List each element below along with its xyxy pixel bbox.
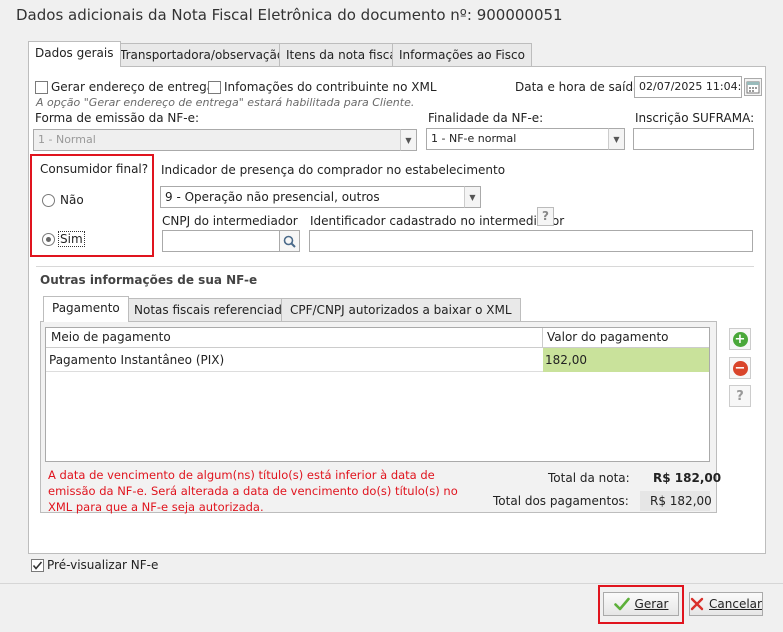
- tab-dados-gerais[interactable]: Dados gerais: [28, 41, 121, 67]
- chevron-down-icon[interactable]: ▼: [464, 186, 481, 208]
- data-saida-label: Data e hora de saída:: [515, 80, 645, 94]
- help-icon[interactable]: ?: [729, 385, 751, 407]
- cell-valor-bg[interactable]: 182,00: [543, 348, 709, 372]
- divider: [0, 583, 783, 584]
- finalidade-select[interactable]: 1 - NF-e normal: [426, 128, 609, 150]
- tab-cpf-cnpj-autorizados[interactable]: CPF/CNPJ autorizados a baixar o XML: [281, 298, 521, 322]
- total-pagamentos-box: R$ 182,00: [640, 491, 712, 511]
- warning-text: A data de vencimento de algum(ns) título…: [48, 468, 458, 514]
- pagamento-table: Meio de pagamento Valor do pagamento Pag…: [45, 327, 710, 462]
- search-icon[interactable]: [279, 230, 300, 252]
- plus-icon: +: [732, 331, 748, 347]
- gerar-button[interactable]: Gerar: [603, 592, 679, 616]
- forma-emissao-select[interactable]: 1 - Normal: [33, 129, 401, 151]
- finalidade-label: Finalidade da NF-e:: [428, 111, 544, 125]
- consumidor-label: Consumidor final?: [40, 162, 149, 176]
- cnpj-intermediador-label: CNPJ do intermediador: [162, 214, 298, 228]
- column-meio: Meio de pagamento: [51, 330, 171, 344]
- tab-itens[interactable]: Itens da nota fiscal: [279, 43, 407, 67]
- divider: [542, 328, 543, 348]
- cell-valor: 182,00: [545, 353, 587, 367]
- preview-label: Pré-visualizar NF-e: [47, 558, 159, 572]
- close-icon: [690, 597, 704, 611]
- preview-checkbox[interactable]: [31, 559, 44, 572]
- total-pagamentos-value: R$ 182,00: [650, 494, 712, 508]
- chevron-down-icon[interactable]: ▼: [608, 128, 625, 150]
- divider: [36, 266, 754, 267]
- tab-transportadora[interactable]: Transportadora/observação: [113, 43, 292, 67]
- tab-pagamento[interactable]: Pagamento: [43, 296, 129, 322]
- window-title: Dados adicionais da Nota Fiscal Eletrôni…: [16, 6, 563, 24]
- total-nota-value: R$ 182,00: [653, 471, 722, 485]
- consumidor-nao-radio[interactable]: [42, 194, 55, 207]
- total-nota-label: Total da nota:: [548, 471, 630, 485]
- table-row[interactable]: Pagamento Instantâneo (PIX) 182,00: [46, 348, 709, 372]
- info-contribuinte-label: Infomações do contribuinte no XML: [224, 80, 437, 94]
- table-header: Meio de pagamento Valor do pagamento: [46, 328, 709, 348]
- suframa-input[interactable]: [633, 128, 754, 150]
- presenca-label: Indicador de presença do comprador no es…: [161, 163, 506, 177]
- minus-icon: −: [732, 360, 748, 376]
- chevron-down-icon[interactable]: ▼: [400, 129, 417, 151]
- total-pagamentos-label: Total dos pagamentos:: [493, 494, 629, 508]
- gerar-label: Gerar: [634, 597, 669, 611]
- cancelar-label: Cancelar: [709, 597, 762, 611]
- presenca-select[interactable]: 9 - Operação não presencial, outros: [160, 186, 465, 208]
- cnpj-intermediador-input[interactable]: [162, 230, 280, 252]
- data-saida-input[interactable]: 02/07/2025 11:04:12: [634, 76, 742, 98]
- tab-label: CPF/CNPJ autorizados a baixar o XML: [290, 303, 512, 317]
- tab-label: Pagamento: [52, 301, 120, 315]
- tab-label: Informações ao Fisco: [399, 48, 525, 62]
- add-payment-button[interactable]: +: [729, 328, 751, 350]
- gerar-endereco-label: Gerar endereço de entrega: [51, 80, 215, 94]
- cancelar-button[interactable]: Cancelar: [689, 592, 763, 616]
- endereco-hint: A opção "Gerar endereço de entrega" esta…: [36, 96, 415, 109]
- help-icon[interactable]: ?: [537, 207, 554, 226]
- gerar-endereco-checkbox[interactable]: [35, 81, 48, 94]
- tab-label: Dados gerais: [35, 46, 114, 60]
- consumidor-sim-radio[interactable]: [42, 233, 55, 246]
- cell-meio: Pagamento Instantâneo (PIX): [49, 353, 225, 367]
- identificador-label: Identificador cadastrado no intermediado…: [310, 214, 565, 228]
- consumidor-nao-label: Não: [60, 193, 84, 207]
- remove-payment-button[interactable]: −: [729, 357, 751, 379]
- identificador-input[interactable]: [309, 230, 753, 252]
- tab-label: Transportadora/observação: [120, 48, 285, 62]
- outras-heading: Outras informações de sua NF-e: [40, 273, 258, 287]
- tab-informacoes-fisco[interactable]: Informações ao Fisco: [392, 43, 532, 67]
- check-icon: [613, 597, 630, 611]
- column-valor: Valor do pagamento: [547, 330, 669, 344]
- calendar-icon[interactable]: [744, 78, 762, 96]
- info-contribuinte-checkbox[interactable]: [208, 81, 221, 94]
- suframa-label: Inscrição SUFRAMA:: [635, 111, 755, 125]
- tab-notas-referenciadas[interactable]: Notas fiscais referenciadas: [125, 298, 305, 322]
- tab-label: Itens da nota fiscal: [286, 48, 400, 62]
- forma-emissao-label: Forma de emissão da NF-e:: [35, 111, 200, 125]
- consumidor-sim-label: Sim: [58, 231, 85, 247]
- tab-label: Notas fiscais referenciadas: [134, 303, 296, 317]
